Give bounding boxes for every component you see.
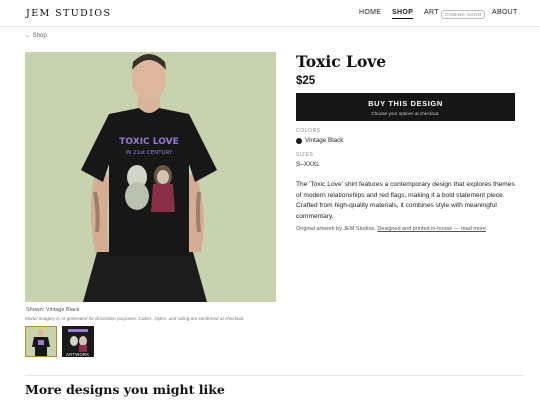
- model-illustration: TOXIC LOVE IN 21st CENTURY: [25, 52, 276, 302]
- site-logo[interactable]: JEM STUDIOS: [26, 8, 111, 19]
- nav-art[interactable]: ART: [424, 9, 439, 16]
- color-swatch-black[interactable]: [296, 138, 302, 144]
- image-caption: Shown: Vintage Black: [26, 307, 80, 313]
- original-artwork-text: Original artwork by JEM Studios.: [296, 226, 376, 232]
- original-artwork-note: Original artwork by JEM Studios. Designe…: [296, 226, 486, 232]
- svg-text:TOXIC LOVE: TOXIC LOVE: [119, 137, 178, 147]
- section-divider: [25, 375, 523, 376]
- svg-text:IN 21st CENTURY: IN 21st CENTURY: [126, 150, 174, 156]
- buy-button-label: BUY THIS DESIGN: [368, 99, 443, 108]
- color-value: Vintage Black: [305, 137, 344, 144]
- buy-this-design-button[interactable]: BUY THIS DESIGN Choose your options at c…: [296, 93, 515, 121]
- sizes-label: SIZES: [296, 152, 314, 158]
- nav-shop[interactable]: SHOP: [392, 9, 414, 19]
- coming-soon-badge: COMING SOON: [441, 10, 486, 19]
- colors-label: COLORS: [296, 128, 321, 134]
- thumbnail-model-image: [26, 327, 56, 356]
- back-to-shop-link[interactable]: ← Shop: [25, 33, 47, 39]
- more-designs-heading: More designs you might like: [25, 382, 225, 397]
- site-header: JEM STUDIOS HOME SHOP ART COMING SOON AB…: [0, 0, 540, 27]
- thumbnail-model[interactable]: [25, 326, 57, 357]
- nav-about[interactable]: ABOUT: [492, 9, 518, 16]
- ai-disclaimer: Model imagery is AI-generated for illust…: [25, 316, 245, 321]
- buy-button-subtext: Choose your options at checkout.: [371, 111, 440, 116]
- product-description: The 'Toxic Love' shirt features a contem…: [296, 181, 515, 220]
- artwork-tag: ARTWORK: [64, 352, 92, 357]
- nav-home[interactable]: HOME: [359, 9, 381, 16]
- product-title: Toxic Love: [296, 52, 387, 71]
- product-main-image: TOXIC LOVE IN 21st CENTURY: [25, 52, 276, 302]
- read-more-link[interactable]: Designed and printed in-house — read mor…: [377, 226, 486, 232]
- product-price: $25: [296, 75, 316, 87]
- sizes-value: S–XXXL: [296, 161, 320, 168]
